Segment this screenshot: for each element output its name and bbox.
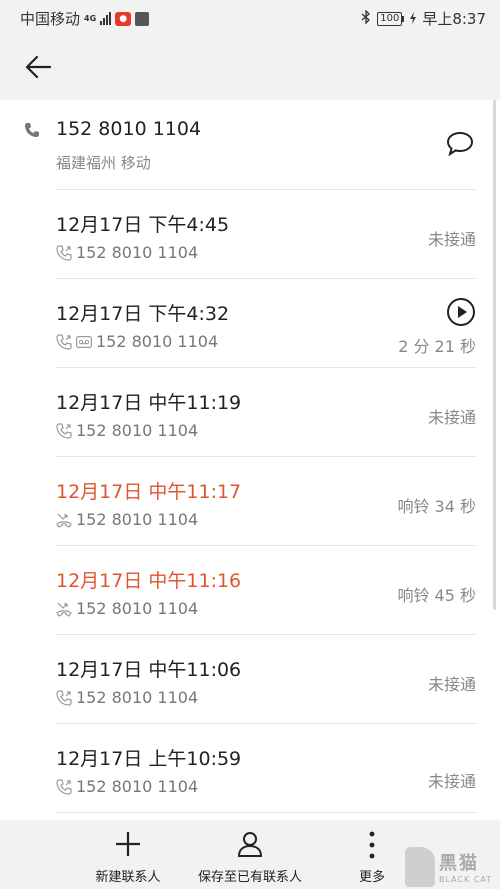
call-time: 12月17日 中午11:16 (56, 570, 242, 592)
missed-call-icon (56, 513, 72, 528)
call-record-row[interactable]: 12月17日 下午4:45 152 8010 1104 未接通 (0, 190, 500, 279)
call-status: 未接通 (427, 675, 476, 694)
call-record-row[interactable]: 12月17日 中午11:06 152 8010 1104 未接通 (0, 635, 500, 724)
call-status: 响铃 45 秒 (397, 586, 476, 605)
cat-logo-icon (405, 847, 435, 887)
watermark-brand-en: BLACK CAT (439, 875, 493, 884)
more-vertical-icon (369, 831, 375, 859)
network-type-label: 4G (84, 13, 97, 23)
signal-icon (100, 12, 112, 25)
contact-number[interactable]: 152 8010 1104 (56, 118, 201, 140)
call-time: 12月17日 上午10:59 (56, 748, 242, 770)
battery-icon: 100 (377, 11, 405, 26)
voicemail-icon (76, 335, 92, 348)
missed-call-icon (56, 602, 72, 617)
outgoing-call-icon (56, 689, 72, 706)
call-number: 152 8010 1104 (76, 599, 199, 618)
call-time: 12月17日 中午11:06 (56, 659, 242, 681)
battery-level: 100 (377, 11, 403, 26)
contact-location: 福建福州 移动 (56, 154, 151, 172)
scrollbar[interactable] (493, 100, 496, 610)
play-icon (447, 298, 475, 326)
carrier-label: 中国移动 (20, 10, 81, 28)
person-icon (237, 832, 263, 857)
chat-bubble-icon (446, 131, 474, 157)
call-record-row[interactable]: 12月17日 中午11:19 152 8010 1104 未接通 (0, 368, 500, 457)
status-bar: 中国移动 4G ● 100 早上8:37 (0, 0, 500, 34)
call-number: 152 8010 1104 (76, 243, 199, 262)
call-status: 未接通 (427, 408, 476, 427)
call-record-row[interactable]: 12月17日 中午11:17 152 8010 1104 响铃 34 秒 (0, 457, 500, 546)
save-to-existing-contact-button[interactable]: 保存至已有联系人 (186, 820, 314, 889)
app-notification-icon (135, 11, 150, 26)
call-number: 152 8010 1104 (76, 777, 199, 796)
back-button[interactable] (22, 50, 56, 84)
call-status: 未接通 (427, 772, 476, 791)
outgoing-call-icon (56, 333, 72, 350)
play-recording-button[interactable] (446, 297, 476, 331)
outgoing-call-icon (56, 778, 72, 795)
bluetooth-icon (361, 8, 371, 28)
more-label: 更多 (358, 870, 385, 885)
new-contact-button[interactable]: 新建联系人 (78, 820, 178, 889)
clock-label: 早上8:37 (422, 10, 486, 28)
call-time: 12月17日 中午11:19 (56, 392, 242, 414)
call-detail-list: 152 8010 1104 福建福州 移动 12月17日 下午4:45 152 … (0, 100, 500, 820)
watermark-logo: 黑猫 BLACK CAT (405, 847, 500, 889)
phone-icon (24, 122, 40, 142)
arrow-left-icon (25, 55, 52, 79)
outgoing-call-icon (56, 422, 72, 439)
call-record-row[interactable]: 12月17日 上午10:59 152 8010 1104 未接通 (0, 724, 500, 813)
more-button[interactable]: 更多 (342, 820, 402, 889)
save-to-existing-contact-label: 保存至已有联系人 (197, 870, 302, 885)
call-number: 152 8010 1104 (76, 688, 199, 707)
call-record-row[interactable]: 12月17日 下午4:32 152 8010 1104 2 分 21 秒 (0, 279, 500, 368)
plus-icon (116, 832, 140, 856)
new-contact-label: 新建联系人 (95, 870, 161, 885)
message-button[interactable] (445, 130, 475, 162)
call-time: 12月17日 下午4:45 (56, 214, 230, 236)
call-record-row[interactable]: 12月17日 中午11:16 152 8010 1104 响铃 45 秒 (0, 546, 500, 635)
weibo-notification-icon: ● (115, 11, 132, 26)
outgoing-call-icon (56, 244, 72, 261)
call-number: 152 8010 1104 (76, 421, 199, 440)
watermark-brand-cn: 黑猫 (439, 853, 479, 874)
call-time: 12月17日 下午4:32 (56, 303, 230, 325)
call-number: 152 8010 1104 (76, 510, 199, 529)
call-status: 响铃 34 秒 (397, 497, 476, 516)
call-status: 未接通 (427, 230, 476, 249)
contact-header: 152 8010 1104 福建福州 移动 (0, 100, 500, 189)
call-time: 12月17日 中午11:17 (56, 481, 242, 503)
call-duration: 2 分 21 秒 (398, 337, 476, 356)
call-number: 152 8010 1104 (96, 332, 219, 351)
charging-icon (410, 10, 417, 28)
divider (56, 812, 476, 813)
